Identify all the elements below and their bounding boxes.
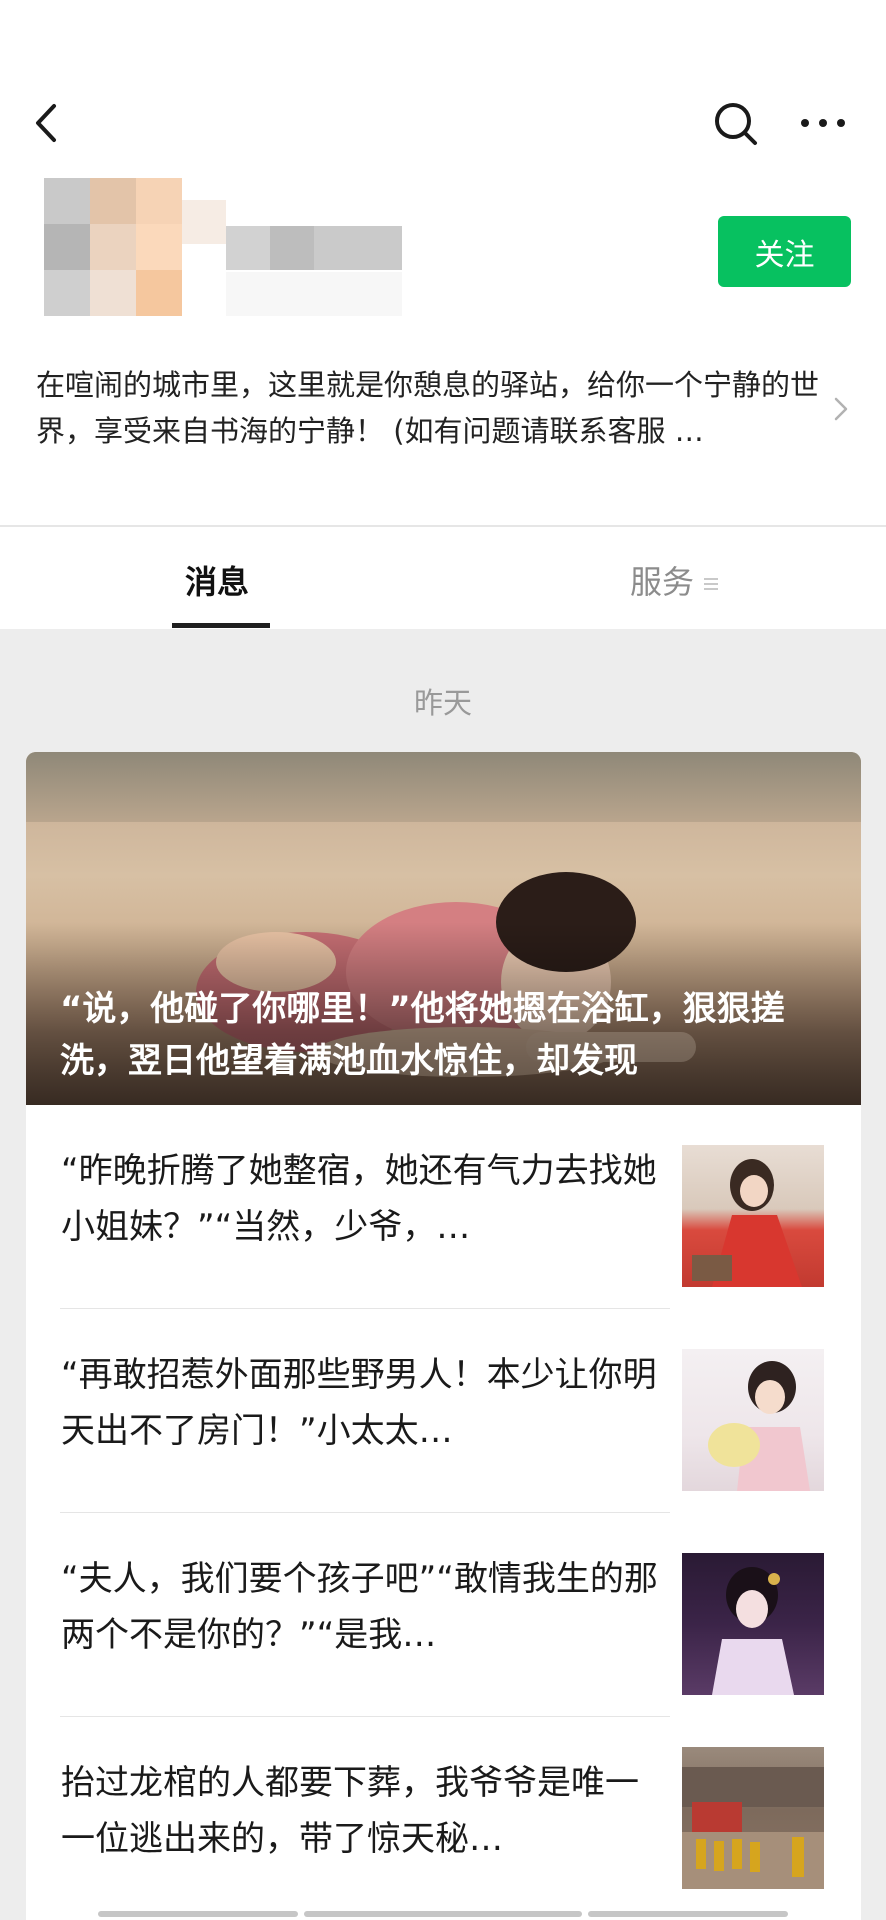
hero-title: “说，他碰了你哪里！”他将她摁在浴缸，狠狠搓洗，翌日他望着满池血水惊住，却发现	[60, 989, 785, 1081]
list-item[interactable]: 抬过龙棺的人都要下葬，我爷爷是唯一一位逃出来的，带了惊天秘…	[26, 1717, 861, 1920]
carousel-indicator	[98, 1911, 298, 1917]
tab-services-label: 服务	[630, 563, 695, 601]
article-thumbnail	[682, 1349, 824, 1491]
menu-lines-icon	[704, 575, 719, 593]
list-item[interactable]: “再敢招惹外面那些野男人！本少让你明天出不了房门！”小太太…	[26, 1309, 861, 1513]
back-icon[interactable]	[28, 98, 68, 148]
account-name-blurred	[182, 200, 406, 316]
active-tab-indicator	[172, 623, 270, 628]
chevron-right-icon[interactable]	[828, 394, 852, 424]
list-item[interactable]: “昨晚折腾了她整宿，她还有气力去找她小姐妹？”“当然，少爷，…	[26, 1105, 861, 1309]
carousel-indicator	[588, 1911, 788, 1917]
avatar[interactable]	[44, 178, 182, 316]
article-title: “再敢招惹外面那些野男人！本少让你明天出不了房门！”小太太…	[61, 1355, 657, 1451]
article-thumbnail	[682, 1747, 824, 1889]
tab-messages[interactable]: 消息	[185, 557, 249, 607]
list-item[interactable]: “夫人，我们要个孩子吧”“敢情我生的那两个不是你的？”“是我…	[26, 1513, 861, 1717]
article-title: “夫人，我们要个孩子吧”“敢情我生的那两个不是你的？”“是我…	[61, 1559, 658, 1655]
message-card: “说，他碰了你哪里！”他将她摁在浴缸，狠狠搓洗，翌日他望着满池血水惊住，却发现 …	[26, 752, 861, 1920]
more-icon[interactable]	[798, 98, 848, 148]
search-icon[interactable]	[712, 98, 760, 148]
tab-services[interactable]: 服务	[630, 557, 719, 607]
follow-button[interactable]: 关注	[718, 216, 851, 287]
account-header: 关注 在喧闹的城市里，这里就是你憩息的驿站，给你一个宁静的世界，享受来自书海的宁…	[0, 0, 886, 525]
date-separator: 昨天	[413, 686, 472, 720]
tab-bar: 消息 服务	[0, 527, 886, 629]
article-thumbnail	[682, 1553, 824, 1695]
carousel-indicator	[304, 1911, 582, 1917]
account-description[interactable]: 在喧闹的城市里，这里就是你憩息的驿站，给你一个宁静的世界，享受来自书海的宁静！ …	[36, 362, 826, 454]
hero-article[interactable]: “说，他碰了你哪里！”他将她摁在浴缸，狠狠搓洗，翌日他望着满池血水惊住，却发现	[26, 752, 861, 1105]
article-thumbnail	[682, 1145, 824, 1287]
article-title: 抬过龙棺的人都要下葬，我爷爷是唯一一位逃出来的，带了惊天秘…	[61, 1763, 639, 1859]
article-title: “昨晚折腾了她整宿，她还有气力去找她小姐妹？”“当然，少爷，…	[61, 1151, 657, 1247]
